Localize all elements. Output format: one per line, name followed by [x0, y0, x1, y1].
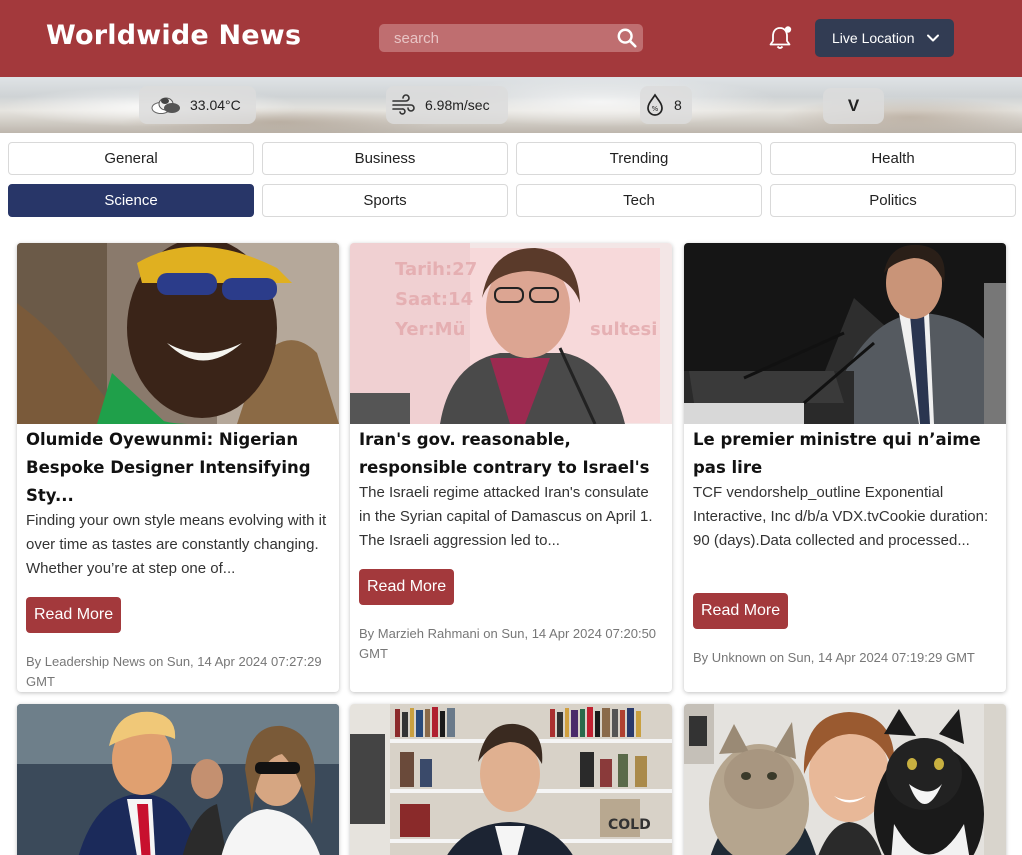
article-description: TCF vendorshelp_outline Exponential Inte…	[693, 484, 989, 549]
svg-text:Saat:14: Saat:14	[395, 289, 473, 310]
svg-text:%: %	[652, 105, 659, 113]
article-card: Olumide Oyewunmi: Nigerian Bespoke Desig…	[17, 243, 339, 692]
category-button-politics[interactable]: Politics	[770, 184, 1016, 217]
category-button-science[interactable]: Science	[8, 184, 254, 217]
brand-title[interactable]: Worldwide News	[46, 20, 301, 51]
svg-text:COLD: COLD	[608, 817, 651, 833]
article-image[interactable]	[17, 704, 339, 855]
article-card	[684, 704, 1006, 855]
read-more-button[interactable]: Read More	[26, 597, 122, 633]
article-image[interactable]	[17, 243, 339, 424]
article-image[interactable]	[684, 704, 1006, 855]
cloudy-weather-icon	[151, 97, 180, 114]
category-button-tech[interactable]: Tech	[516, 184, 762, 217]
read-more-button[interactable]: Read More	[693, 593, 789, 629]
article-image[interactable]	[684, 243, 1006, 424]
search-input[interactable]	[379, 24, 609, 52]
category-button-trending[interactable]: Trending	[516, 142, 762, 175]
article-meta: By Leadership News on Sun, 14 Apr 2024 0…	[26, 654, 322, 689]
article-card	[17, 704, 339, 855]
read-more-button[interactable]: Read More	[359, 569, 455, 605]
svg-text:Tarih:27: Tarih:27	[395, 259, 477, 280]
temperature-value: 33.04°C	[190, 97, 241, 113]
article-description: Finding your own style means evolving wi…	[26, 512, 327, 577]
wind-chip: 6.98m/sec	[386, 86, 508, 124]
article-image[interactable]: Tarih:27 Saat:14 Yer:Mü sultesi	[350, 243, 672, 424]
weather-bar: 33.04°C 6.98m/sec % 8 V	[0, 77, 1022, 133]
article-card: Tarih:27 Saat:14 Yer:Mü sultesi Iran's g…	[350, 243, 672, 692]
article-image[interactable]: COLD	[350, 704, 672, 855]
article-meta: By Marzieh Rahmani on Sun, 14 Apr 2024 0…	[359, 626, 657, 661]
chevron-down-icon	[927, 34, 939, 42]
article-card: COLD	[350, 704, 672, 855]
temperature-chip: 33.04°C	[139, 86, 256, 124]
wind-value: 6.98m/sec	[425, 97, 490, 113]
article-description: The Israeli regime attacked Iran's consu…	[359, 484, 653, 549]
live-location-dropdown[interactable]: Live Location	[815, 19, 954, 57]
article-title[interactable]: Iran's gov. reasonable, responsible cont…	[359, 426, 659, 482]
article-meta: By Unknown on Sun, 14 Apr 2024 07:19:29 …	[693, 650, 975, 665]
article-title[interactable]: Olumide Oyewunmi: Nigerian Bespoke Desig…	[26, 426, 326, 510]
article-title[interactable]: Le premier ministre qui n’aime pas lire	[693, 426, 993, 482]
article-card: Le premier ministre qui n’aime pas lire …	[684, 243, 1006, 692]
category-button-business[interactable]: Business	[262, 142, 508, 175]
notification-bell-icon[interactable]	[766, 24, 794, 52]
category-button-general[interactable]: General	[8, 142, 254, 175]
top-header: Worldwide News Live Location	[0, 0, 1022, 77]
humidity-value: 8	[674, 97, 682, 113]
wind-icon	[392, 94, 415, 115]
search-box	[379, 24, 643, 52]
search-icon[interactable]	[616, 27, 638, 49]
humidity-chip: % 8	[640, 86, 692, 124]
category-button-sports[interactable]: Sports	[262, 184, 508, 217]
live-location-label: Live Location	[832, 30, 915, 46]
category-button-health[interactable]: Health	[770, 142, 1016, 175]
humidity-drop-icon: %	[647, 93, 663, 116]
svg-text:Yer:Mü: Yer:Mü	[394, 319, 465, 340]
weather-expand-button[interactable]: V	[823, 88, 884, 124]
svg-text:sultesi: sultesi	[590, 319, 657, 340]
